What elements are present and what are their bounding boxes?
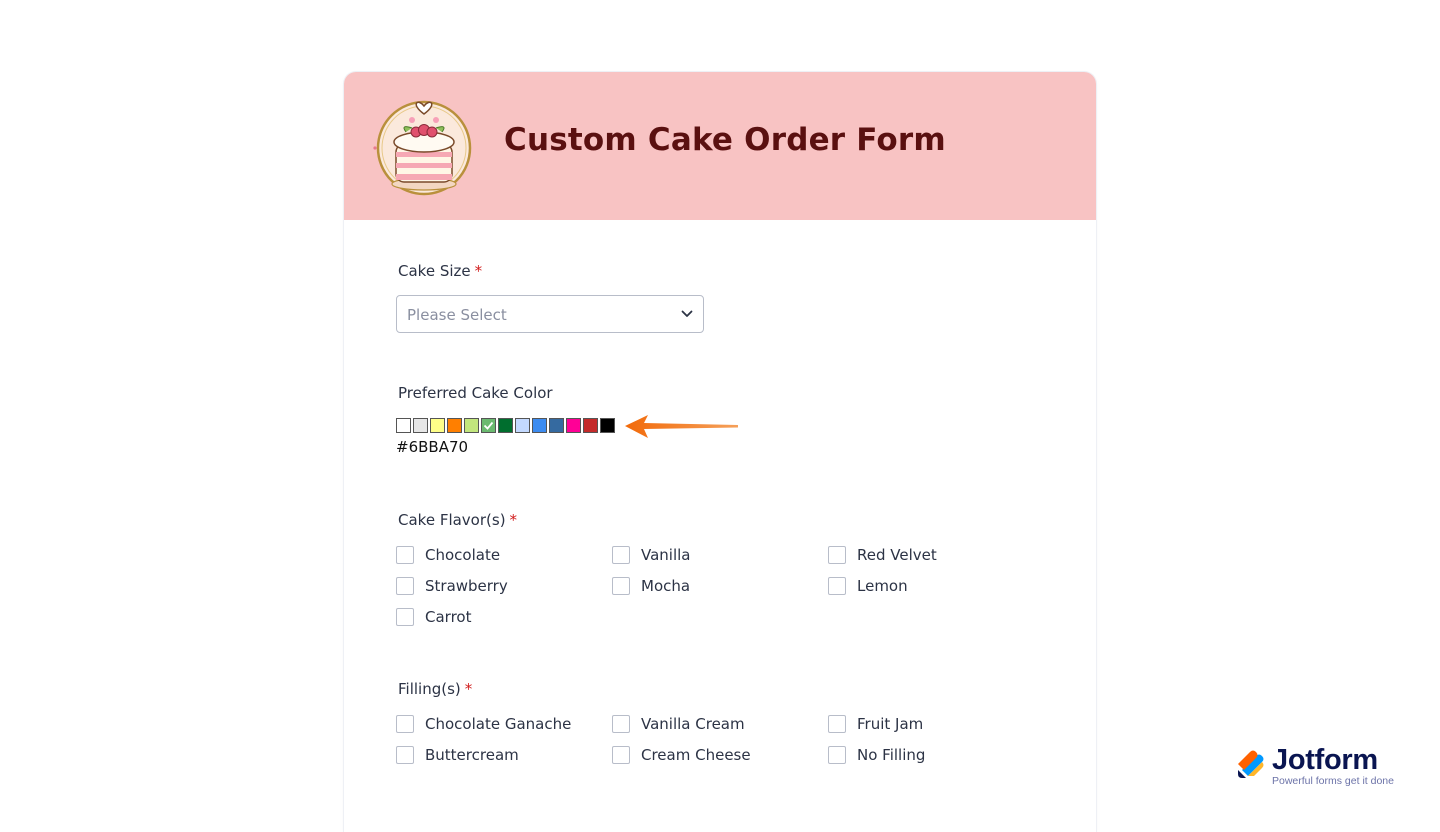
- checkbox[interactable]: [612, 715, 630, 733]
- form-title: Custom Cake Order Form: [504, 122, 946, 158]
- fillings-label-text: Filling(s): [398, 680, 461, 698]
- color-swatch[interactable]: [566, 418, 581, 433]
- flavor-option-strawberry[interactable]: Strawberry: [396, 576, 508, 596]
- cake-size-label-text: Cake Size: [398, 262, 471, 280]
- flavor-option-vanilla[interactable]: Vanilla: [612, 545, 691, 565]
- flavor-option-red-velvet[interactable]: Red Velvet: [828, 545, 937, 565]
- checkbox[interactable]: [396, 746, 414, 764]
- jotform-name: Jotform: [1272, 744, 1378, 776]
- cake-size-select[interactable]: Please Select: [396, 295, 704, 333]
- color-swatch[interactable]: [481, 418, 496, 433]
- chevron-down-icon: [681, 310, 693, 317]
- option-label: No Filling: [857, 746, 926, 764]
- option-label: Lemon: [857, 577, 908, 595]
- cake-color-label: Preferred Cake Color: [398, 384, 553, 402]
- option-label: Red Velvet: [857, 546, 937, 564]
- jotform-branding[interactable]: Jotform Powerful forms get it done: [1236, 744, 1404, 788]
- cake-flavors-label-text: Cake Flavor(s): [398, 511, 506, 529]
- flavor-option-mocha[interactable]: Mocha: [612, 576, 690, 596]
- required-mark: *: [509, 511, 518, 529]
- filling-option-vanilla-cream[interactable]: Vanilla Cream: [612, 714, 745, 734]
- checkbox[interactable]: [828, 577, 846, 595]
- option-label: Vanilla Cream: [641, 715, 745, 733]
- option-label: Chocolate: [425, 546, 501, 564]
- color-swatch[interactable]: [549, 418, 564, 433]
- color-swatch[interactable]: [532, 418, 547, 433]
- filling-option-chocolate-ganache[interactable]: Chocolate Ganache: [396, 714, 571, 734]
- filling-option-fruit-jam[interactable]: Fruit Jam: [828, 714, 923, 734]
- cake-size-placeholder: Please Select: [407, 306, 507, 324]
- checkbox[interactable]: [612, 746, 630, 764]
- checkbox[interactable]: [396, 546, 414, 564]
- checkbox[interactable]: [612, 546, 630, 564]
- option-label: Chocolate Ganache: [425, 715, 572, 733]
- annotation-arrow-icon: [625, 415, 738, 438]
- cake-flavors-label: Cake Flavor(s) *: [398, 511, 517, 529]
- required-mark: *: [474, 262, 483, 280]
- filling-option-buttercream[interactable]: Buttercream: [396, 745, 519, 765]
- flavor-option-carrot[interactable]: Carrot: [396, 607, 471, 627]
- checkbox[interactable]: [828, 715, 846, 733]
- cake-logo: [373, 100, 472, 196]
- checkbox[interactable]: [396, 608, 414, 626]
- checkbox[interactable]: [612, 577, 630, 595]
- color-swatch[interactable]: [430, 418, 445, 433]
- form-card: Custom Cake Order Form Cake Size * Please…: [344, 72, 1096, 832]
- color-swatch[interactable]: [447, 418, 462, 433]
- selected-color-value: #6BBA70: [396, 438, 469, 456]
- color-swatch[interactable]: [413, 418, 428, 433]
- checkbox[interactable]: [828, 546, 846, 564]
- check-icon: [483, 421, 494, 430]
- flavor-option-lemon[interactable]: Lemon: [828, 576, 908, 596]
- jotform-logo-icon: [1238, 750, 1264, 778]
- option-label: Carrot: [425, 608, 472, 626]
- checkbox[interactable]: [396, 715, 414, 733]
- option-label: Mocha: [641, 577, 691, 595]
- filling-option-cream-cheese[interactable]: Cream Cheese: [612, 745, 751, 765]
- checkbox[interactable]: [828, 746, 846, 764]
- option-label: Buttercream: [425, 746, 519, 764]
- option-label: Fruit Jam: [857, 715, 924, 733]
- fillings-label: Filling(s) *: [398, 680, 472, 698]
- color-swatch-picker: [396, 418, 617, 433]
- color-swatch[interactable]: [464, 418, 479, 433]
- color-swatch[interactable]: [600, 418, 615, 433]
- checkbox[interactable]: [396, 577, 414, 595]
- cake-size-label: Cake Size *: [398, 262, 482, 280]
- flavor-option-chocolate[interactable]: Chocolate: [396, 545, 500, 565]
- color-swatch[interactable]: [396, 418, 411, 433]
- color-swatch[interactable]: [498, 418, 513, 433]
- filling-option-no-filling[interactable]: No Filling: [828, 745, 925, 765]
- color-swatch[interactable]: [583, 418, 598, 433]
- option-label: Strawberry: [425, 577, 508, 595]
- color-swatch[interactable]: [515, 418, 530, 433]
- option-label: Cream Cheese: [641, 746, 751, 764]
- form-header: Custom Cake Order Form: [344, 72, 1096, 220]
- option-label: Vanilla: [641, 546, 691, 564]
- jotform-tagline: Powerful forms get it done: [1272, 775, 1394, 787]
- required-mark: *: [464, 680, 473, 698]
